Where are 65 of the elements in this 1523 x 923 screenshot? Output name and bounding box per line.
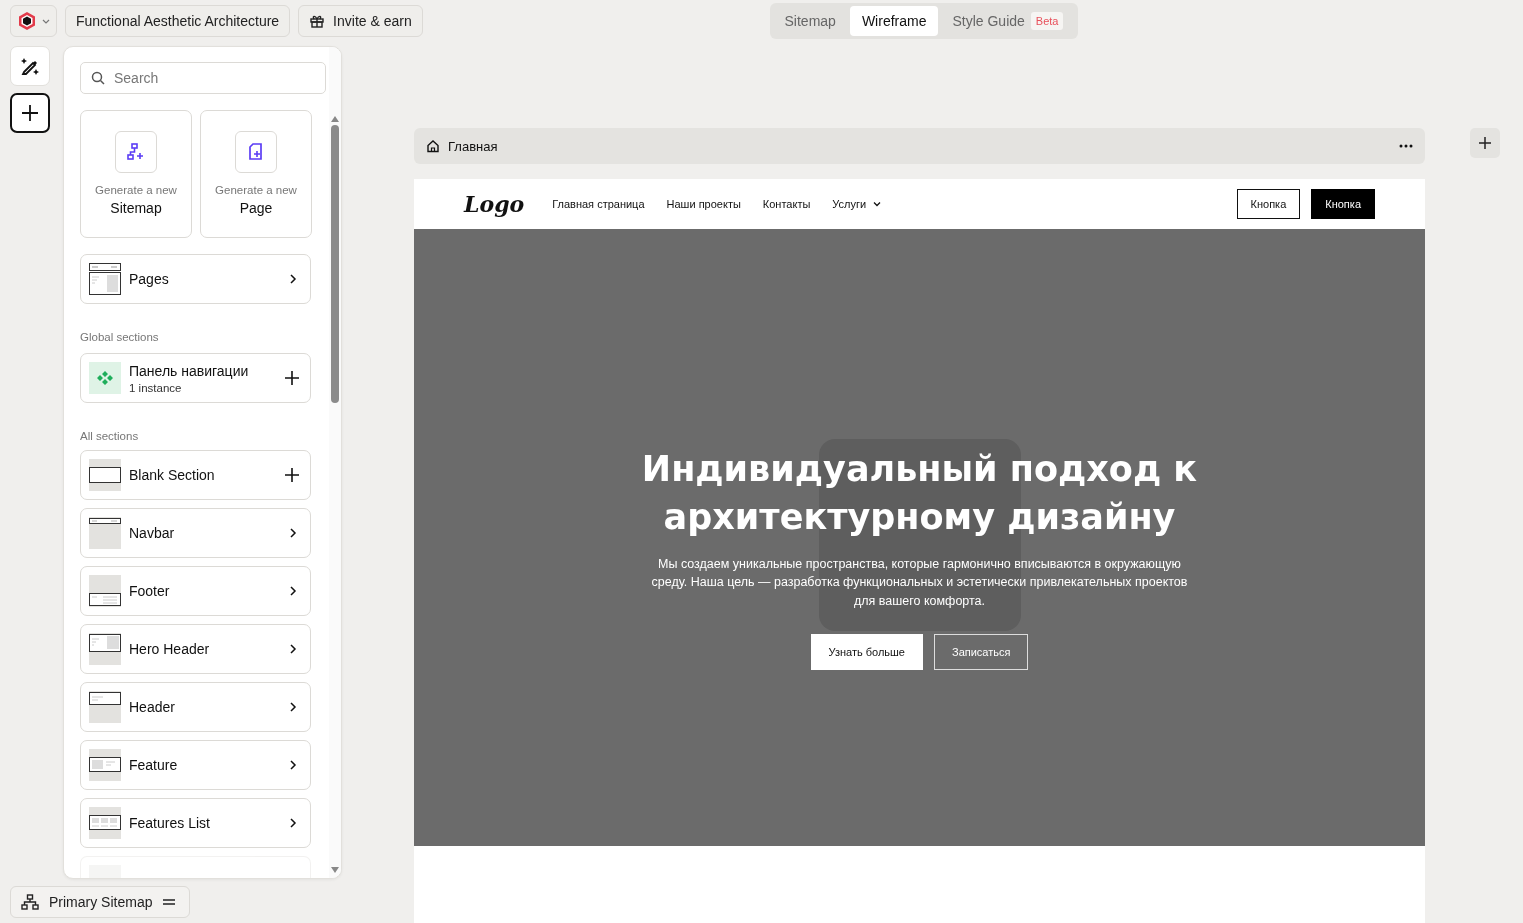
magic-edit-button[interactable] xyxy=(10,46,50,86)
section-thumbnail-icon xyxy=(89,518,121,524)
beta-badge: Beta xyxy=(1030,12,1064,30)
section-heading: All sections xyxy=(80,430,140,442)
gift-icon xyxy=(309,13,326,29)
add-page-button[interactable] xyxy=(1470,128,1500,158)
app-menu-button[interactable] xyxy=(10,5,57,37)
cube-logo-icon xyxy=(17,11,37,31)
pages-item[interactable]: Pages xyxy=(80,254,311,304)
scrollbar[interactable] xyxy=(329,47,341,878)
view-tab[interactable]: Sitemap xyxy=(772,6,848,36)
hero-text: Мы создаем уникальные пространства, которые гармонично вписываются в окружающую среду. Наша цель — разработка функциональных и эстетически привлекательных проектов для вашего комфорта. xyxy=(650,555,1189,610)
nav-link[interactable]: Услуги xyxy=(832,198,883,210)
sitemap-plus-icon xyxy=(126,142,146,162)
page-title: Главная xyxy=(448,138,499,154)
view-tab[interactable]: Wireframe xyxy=(849,6,939,36)
nav-link[interactable]: Контакты xyxy=(762,198,811,210)
more-icon xyxy=(1399,144,1413,148)
nav-button[interactable]: Кнопка xyxy=(1311,189,1375,219)
scroll-down-icon[interactable] xyxy=(330,866,340,874)
section-thumbnail-icon xyxy=(89,692,121,705)
project-name-button[interactable]: Functional Aesthetic Architecture xyxy=(65,5,291,37)
plus-icon xyxy=(1478,136,1492,150)
search-field[interactable]: Search xyxy=(80,62,326,94)
nav-link[interactable]: Наши проекты xyxy=(666,198,741,210)
page-title-bar[interactable]: Главная xyxy=(414,128,1425,164)
section-thumbnail-icon xyxy=(89,467,121,483)
section-thumbnail-icon xyxy=(89,757,121,772)
menu-icon xyxy=(162,897,177,907)
plus-icon xyxy=(284,370,300,386)
section-item[interactable]: Features List xyxy=(80,798,311,848)
hero-title: Индивидуальный подход к архитектурному дизайну xyxy=(641,447,1198,539)
section-item[interactable]: Hero Header xyxy=(80,624,311,674)
chevron-down-icon xyxy=(872,199,883,209)
generate-card[interactable]: Generate a new Sitemap xyxy=(80,110,192,238)
nav-link[interactable]: Главная страница xyxy=(552,198,645,210)
nav-button[interactable]: Кнопка xyxy=(1236,189,1301,219)
search-icon xyxy=(91,71,105,85)
generate-card[interactable]: Generate a new Page xyxy=(200,110,312,238)
home-icon xyxy=(426,139,440,153)
plus-icon xyxy=(20,103,40,123)
section-item[interactable]: Header xyxy=(80,682,311,732)
hero-button[interactable]: Узнать больше xyxy=(810,634,923,671)
global-section-item[interactable]: Панель навигации 1 instance xyxy=(80,353,311,403)
section-item[interactable]: Footer xyxy=(80,566,311,616)
pages-thumbnail-icon xyxy=(89,263,121,295)
invite-button[interactable]: Invite & earn xyxy=(298,5,423,37)
scroll-up-icon[interactable] xyxy=(330,115,340,123)
scrollbar-thumb[interactable] xyxy=(331,125,339,403)
section-item[interactable]: Feature xyxy=(80,740,311,790)
sitemap-selector-button[interactable]: Primary Sitemap xyxy=(10,886,190,918)
sitemap-icon xyxy=(21,894,39,910)
instance-count: 1 instance xyxy=(129,381,183,394)
section-heading: Global sections xyxy=(80,331,160,343)
section-thumbnail-icon xyxy=(89,593,121,606)
hero-button[interactable]: Записаться xyxy=(934,634,1029,671)
add-button[interactable] xyxy=(10,93,50,133)
logo: Logo xyxy=(464,191,525,217)
section-item[interactable]: Navbar xyxy=(80,508,311,558)
section-name: Панель навигации xyxy=(129,362,250,379)
section-thumbnail-icon xyxy=(89,815,121,830)
section-thumbnail-icon xyxy=(89,634,121,652)
view-tab[interactable]: Style Guide Beta xyxy=(940,6,1076,36)
section-item[interactable]: Blank Section xyxy=(80,450,311,500)
component-icon xyxy=(96,369,114,387)
